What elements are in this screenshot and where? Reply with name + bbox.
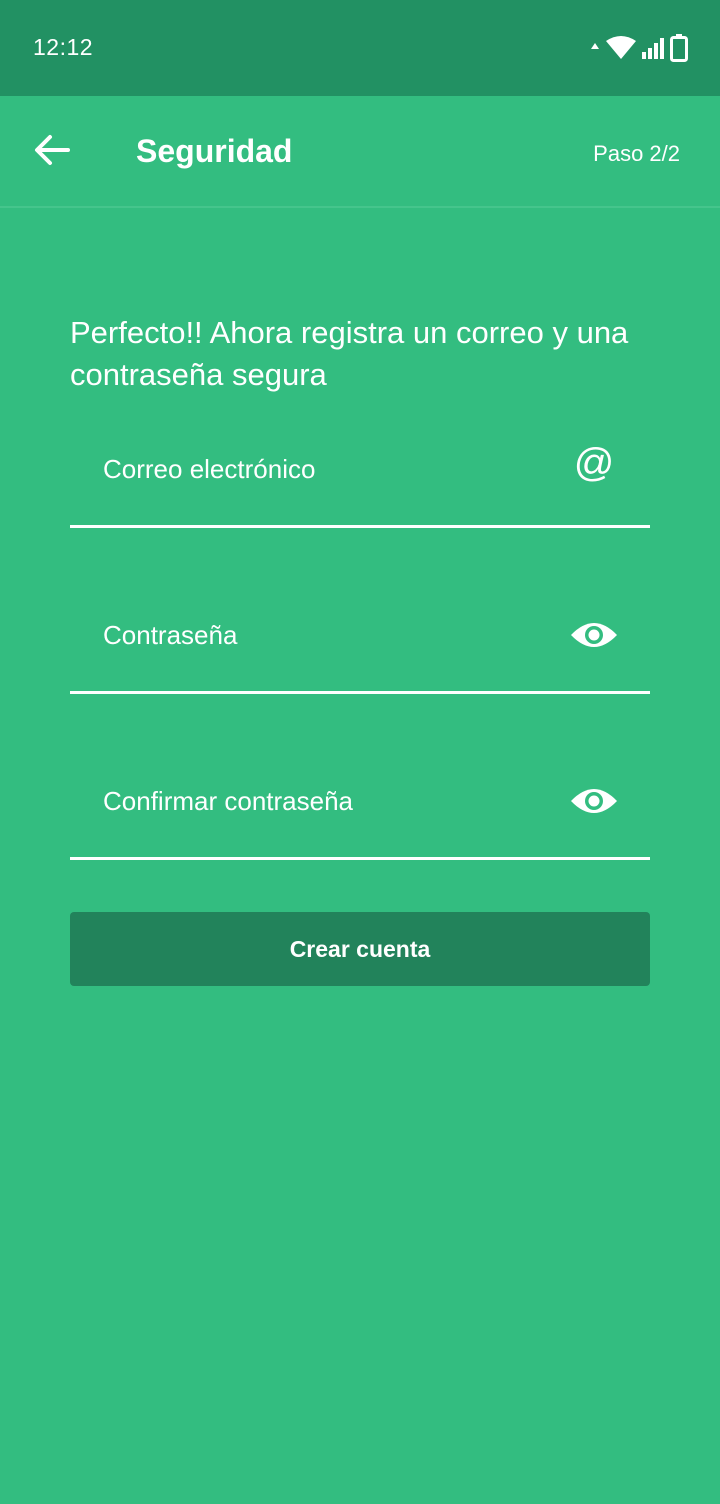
confirm-password-field-label: Confirmar contraseña xyxy=(103,786,353,816)
eye-icon[interactable] xyxy=(568,612,620,658)
page-title: Seguridad xyxy=(136,133,293,169)
password-field-label: Contraseña xyxy=(103,620,238,650)
email-field[interactable]: Correo electrónico @ xyxy=(70,432,650,528)
arrow-left-icon xyxy=(34,134,70,171)
battery-icon xyxy=(670,34,688,62)
email-field-label: Correo electrónico xyxy=(103,454,316,484)
status-bar: 12:12 xyxy=(0,0,720,96)
password-field[interactable]: Contraseña xyxy=(70,598,650,694)
back-button[interactable] xyxy=(22,124,82,180)
app-bar: Seguridad Paso 2/2 xyxy=(0,96,720,208)
at-sign-icon: @ xyxy=(573,440,615,485)
confirm-password-field[interactable]: Confirmar contraseña xyxy=(70,764,650,860)
intro-text: Perfecto!! Ahora registra un correo y un… xyxy=(70,315,629,392)
eye-icon[interactable] xyxy=(568,778,620,824)
data-arrows-icon xyxy=(590,41,600,55)
wifi-icon xyxy=(606,36,636,60)
create-account-button[interactable]: Crear cuenta xyxy=(70,912,650,986)
status-time: 12:12 xyxy=(33,34,94,60)
signal-icon xyxy=(642,37,664,59)
step-indicator: Paso 2/2 xyxy=(593,141,680,166)
status-icons xyxy=(590,33,688,63)
